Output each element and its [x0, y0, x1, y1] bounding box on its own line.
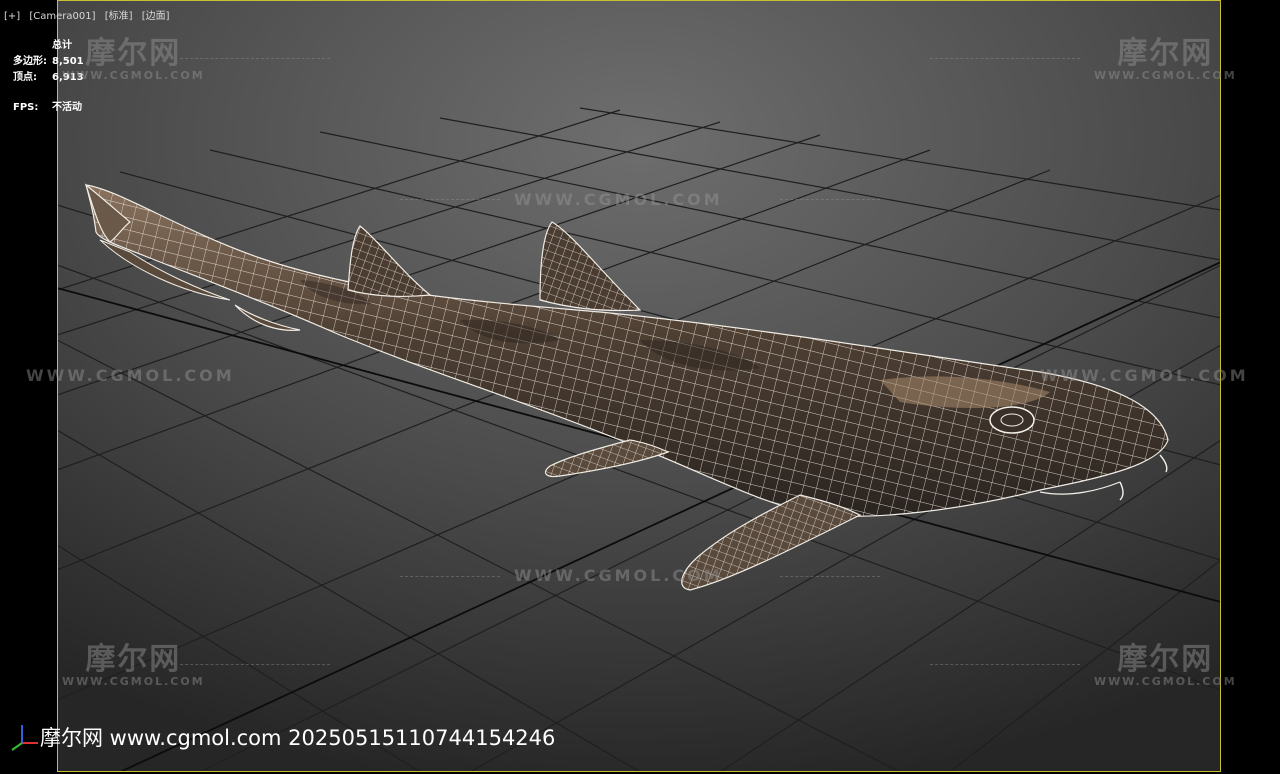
watermark-dash — [930, 664, 1080, 665]
footer-watermark-text: 摩尔网 www.cgmol.com 20250515110744154246 — [40, 726, 556, 750]
viewport-menu-camera[interactable]: [Camera001] — [29, 11, 95, 22]
watermark-dash — [780, 576, 880, 577]
watermark-dash — [930, 58, 1080, 59]
viewport-label-menu[interactable]: [+] [Camera001] [标准] [边面] — [4, 7, 176, 22]
scene-statistics: 总计 多边形: 8,501 顶点: 6,913 FPS: 不活动 — [13, 38, 84, 116]
watermark-dash — [400, 576, 500, 577]
fps-value: 不活动 — [52, 102, 82, 113]
viewport-menu-plus[interactable]: [+] — [4, 11, 20, 22]
viewport-menu-display[interactable]: [边面] — [142, 11, 170, 22]
shark-eye — [989, 406, 1035, 434]
fps-label: FPS: — [13, 102, 39, 113]
polygons-label: 多边形: — [13, 56, 47, 67]
polygons-value: 8,501 — [52, 56, 84, 67]
viewport-menu-shading[interactable]: [标准] — [105, 11, 133, 22]
watermark-dash — [400, 199, 500, 200]
watermark-dash — [180, 58, 330, 59]
3d-viewport[interactable]: [+] [Camera001] [标准] [边面] 总计 多边形: 8,501 … — [0, 0, 1280, 774]
watermark-dash — [780, 199, 880, 200]
axis-tripod-icon — [11, 725, 38, 751]
watermark-dash — [180, 664, 330, 665]
footer-watermark: 摩尔网 www.cgmol.com 20250515110744154246 — [8, 722, 555, 752]
viewport-scene[interactable] — [0, 0, 1280, 774]
vertices-value: 6,913 — [52, 72, 84, 83]
stats-total-label: 总计 — [52, 40, 72, 51]
vertices-label: 顶点: — [13, 72, 37, 83]
